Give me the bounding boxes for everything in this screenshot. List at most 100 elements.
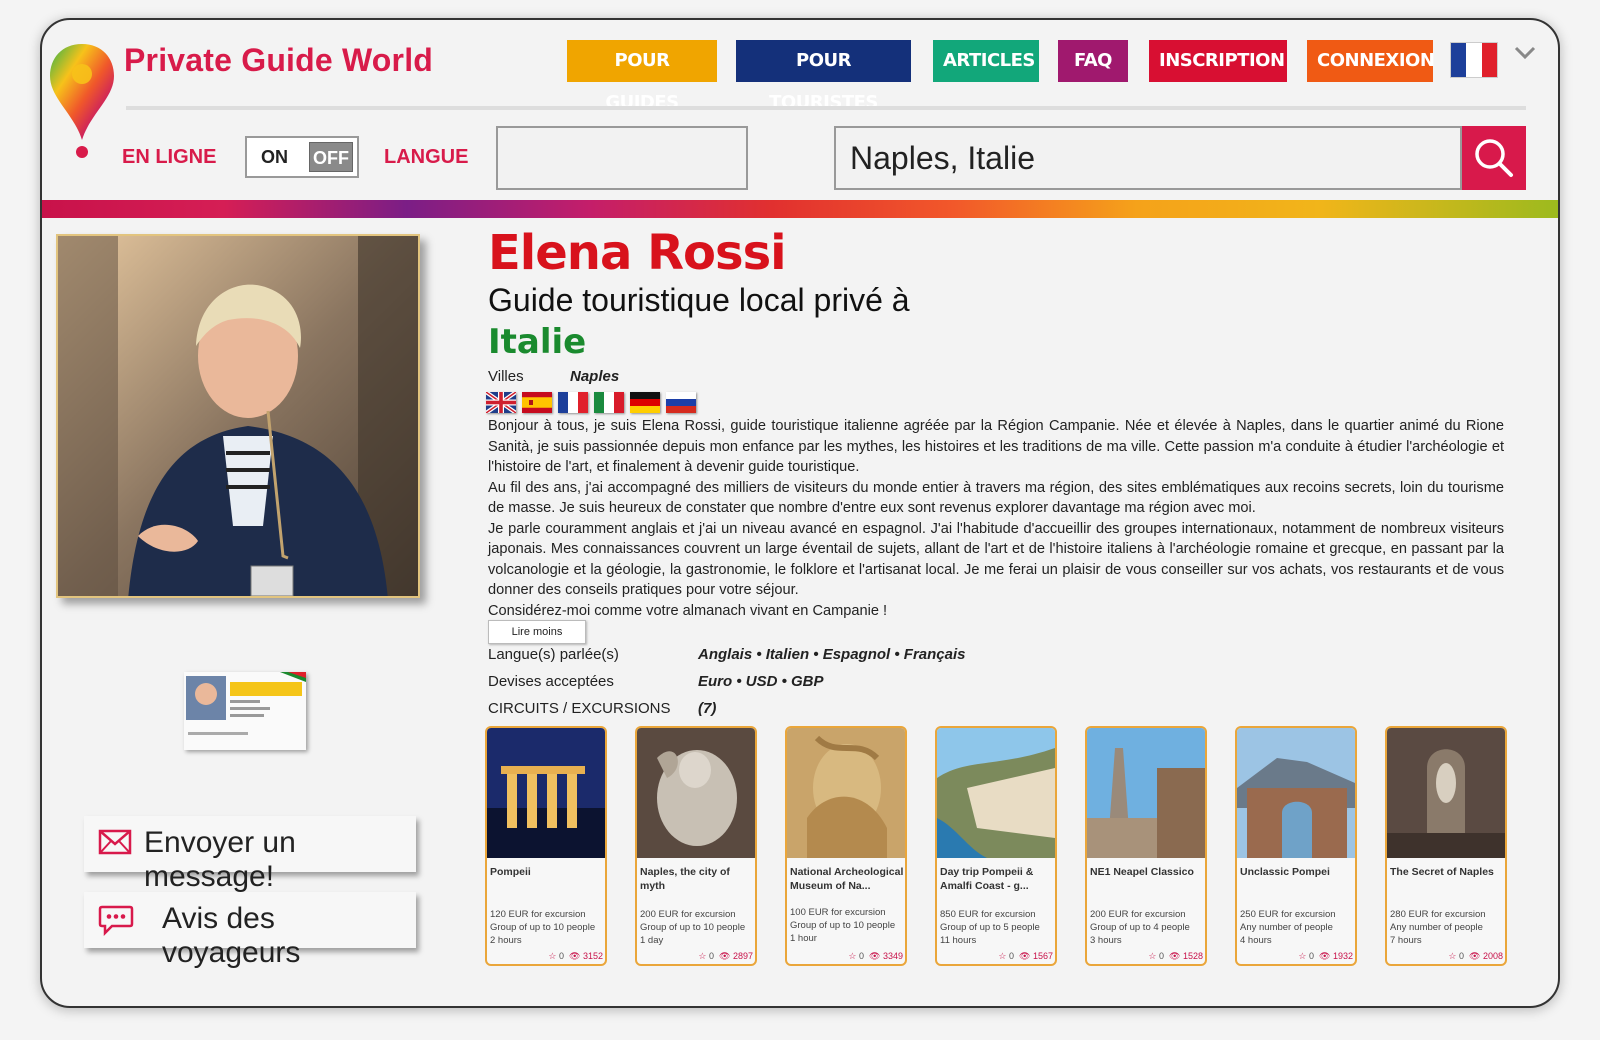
star-icon: ☆ — [1298, 951, 1307, 961]
nav-tourists-button[interactable]: POUR TOURISTES — [736, 40, 911, 113]
tour-price: 100 EUR for excursion — [790, 907, 886, 918]
chevron-down-icon[interactable] — [1514, 46, 1536, 60]
tour-title: Unclassic Pompei — [1240, 866, 1330, 878]
tour-views: 2897 — [732, 951, 753, 961]
tour-price: 280 EUR for excursion — [1390, 909, 1486, 920]
tour-group: Group of up to 10 people — [490, 922, 596, 933]
search-button[interactable] — [1462, 126, 1526, 190]
nav-faq-button[interactable]: FAQ — [1058, 40, 1128, 82]
france-flag-icon[interactable] — [1450, 42, 1498, 78]
star-icon: ☆ — [1148, 951, 1157, 961]
app-window: Private Guide World POUR GUIDES POUR TOU… — [40, 18, 1560, 1008]
tour-stats: ☆ 0 👁 3152 — [548, 951, 603, 962]
language-label: LANGUE — [384, 146, 469, 168]
traveler-reviews-button[interactable]: Avis des voyageurs — [84, 892, 416, 969]
tour-stars: 0 — [1158, 951, 1164, 961]
currencies-label: Devises acceptées — [488, 673, 614, 690]
bio-paragraph: Bonjour à tous, je suis Elena Rossi, gui… — [488, 418, 1504, 475]
tour-meta: 850 EUR for excursion Group of up to 5 p… — [940, 908, 1055, 947]
bio-paragraph: Je parle couramment anglais et j'ai un n… — [488, 520, 1504, 599]
tour-duration: 3 hours — [1090, 935, 1122, 946]
tour-group: Group of up to 10 people — [790, 920, 896, 931]
tour-stats: ☆ 0 👁 1932 — [1298, 951, 1353, 962]
tour-meta: 280 EUR for excursion Any number of peop… — [1390, 908, 1505, 947]
tour-card[interactable]: Pompeii 120 EUR for excursion Group of u… — [485, 726, 607, 966]
search-input[interactable]: Naples, Italie — [834, 126, 1462, 190]
tour-meta: 100 EUR for excursion Group of up to 10 … — [790, 906, 905, 945]
nav-login-button[interactable]: CONNEXION — [1307, 40, 1435, 82]
online-toggle[interactable]: ON OFF — [245, 136, 359, 178]
online-label: EN LIGNE — [122, 146, 217, 168]
nav-articles-button[interactable]: ARTICLES — [933, 40, 1039, 82]
guide-country[interactable]: Italie — [488, 322, 586, 362]
languages-value: Anglais • Italien • Espagnol • Français — [698, 646, 966, 663]
star-icon: ☆ — [1448, 951, 1457, 961]
tour-card[interactable]: Naples, the city of myth 200 EUR for exc… — [635, 726, 757, 966]
germany-flag-icon — [630, 392, 660, 413]
tour-duration: 11 hours — [940, 935, 977, 946]
guide-license-thumbnail[interactable] — [184, 672, 306, 750]
toggle-off-label: OFF — [309, 142, 353, 172]
eye-icon: 👁 — [1319, 951, 1331, 961]
tour-image — [1237, 728, 1355, 858]
tour-views: 1567 — [1032, 951, 1053, 961]
languages-label: Langue(s) parlée(s) — [488, 646, 619, 663]
tour-meta: 120 EUR for excursion Group of up to 10 … — [490, 908, 605, 947]
brand-name[interactable]: Private Guide World — [124, 42, 433, 79]
tour-views: 1528 — [1182, 951, 1203, 961]
tour-views: 2008 — [1482, 951, 1503, 961]
tour-price: 250 EUR for excursion — [1240, 909, 1336, 920]
tour-card[interactable]: National Archeological Museum of Na... 1… — [785, 726, 907, 966]
send-message-label: Envoyer un message! — [144, 826, 296, 893]
tour-price: 200 EUR for excursion — [1090, 909, 1186, 920]
spain-flag-icon — [522, 392, 552, 413]
tour-title: The Secret of Naples — [1390, 866, 1494, 878]
uk-flag-icon — [486, 392, 516, 413]
tour-price: 850 EUR for excursion — [940, 909, 1036, 920]
star-icon: ☆ — [848, 951, 857, 961]
tour-card[interactable]: Unclassic Pompei 250 EUR for excursion A… — [1235, 726, 1357, 966]
tour-stats: ☆ 0 👁 2008 — [1448, 951, 1503, 962]
tour-stars: 0 — [858, 951, 864, 961]
language-input[interactable] — [496, 126, 748, 190]
traveler-reviews-label: Avis des voyageurs — [162, 902, 301, 969]
nav-guides-button[interactable]: POUR GUIDES — [567, 40, 717, 113]
tour-group: Any number of people — [1240, 922, 1333, 933]
tour-stars: 0 — [1458, 951, 1464, 961]
tour-card[interactable]: NE1 Neapel Classico 200 EUR for excursio… — [1085, 726, 1207, 966]
tour-views: 3349 — [882, 951, 903, 961]
tour-title: Pompeii — [490, 866, 531, 878]
tour-group: Group of up to 5 people — [940, 922, 1040, 933]
star-icon: ☆ — [698, 951, 707, 961]
nav-signup-button[interactable]: INSCRIPTION — [1149, 40, 1287, 82]
eye-icon: 👁 — [719, 951, 731, 961]
tour-stats: ☆ 0 👁 1528 — [1148, 951, 1203, 962]
send-message-button[interactable]: Envoyer un message! — [84, 816, 416, 893]
header-divider — [126, 106, 1526, 110]
tour-price: 120 EUR for excursion — [490, 909, 586, 920]
cities-value[interactable]: Naples — [570, 368, 619, 385]
tour-title: Day trip Pompeii & Amalfi Coast - g... — [940, 866, 1034, 892]
tour-group: Group of up to 10 people — [640, 922, 746, 933]
chat-bubble-icon — [98, 905, 134, 936]
cities-label: Villes — [488, 368, 524, 385]
tour-title: National Archeological Museum of Na... — [790, 866, 904, 892]
tour-stats: ☆ 0 👁 2897 — [698, 951, 753, 962]
bio-paragraph: Considérez-moi comme votre almanach viva… — [488, 602, 888, 619]
read-less-button[interactable]: Lire moins — [488, 620, 586, 644]
tour-duration: 7 hours — [1390, 935, 1422, 946]
tour-duration: 1 day — [640, 935, 664, 946]
tour-stars: 0 — [1308, 951, 1314, 961]
tour-image — [1387, 728, 1505, 858]
tour-image — [637, 728, 755, 858]
eye-icon: 👁 — [869, 951, 881, 961]
tour-title: Naples, the city of myth — [640, 866, 730, 892]
tour-card[interactable]: Day trip Pompeii & Amalfi Coast - g... 8… — [935, 726, 1057, 966]
envelope-icon — [98, 829, 132, 855]
guide-portrait — [56, 234, 420, 598]
tour-price: 200 EUR for excursion — [640, 909, 736, 920]
tour-card[interactable]: The Secret of Naples 280 EUR for excursi… — [1385, 726, 1507, 966]
tour-image — [1087, 728, 1205, 858]
logo-pin-icon[interactable] — [48, 40, 116, 160]
eye-icon: 👁 — [1019, 951, 1031, 961]
